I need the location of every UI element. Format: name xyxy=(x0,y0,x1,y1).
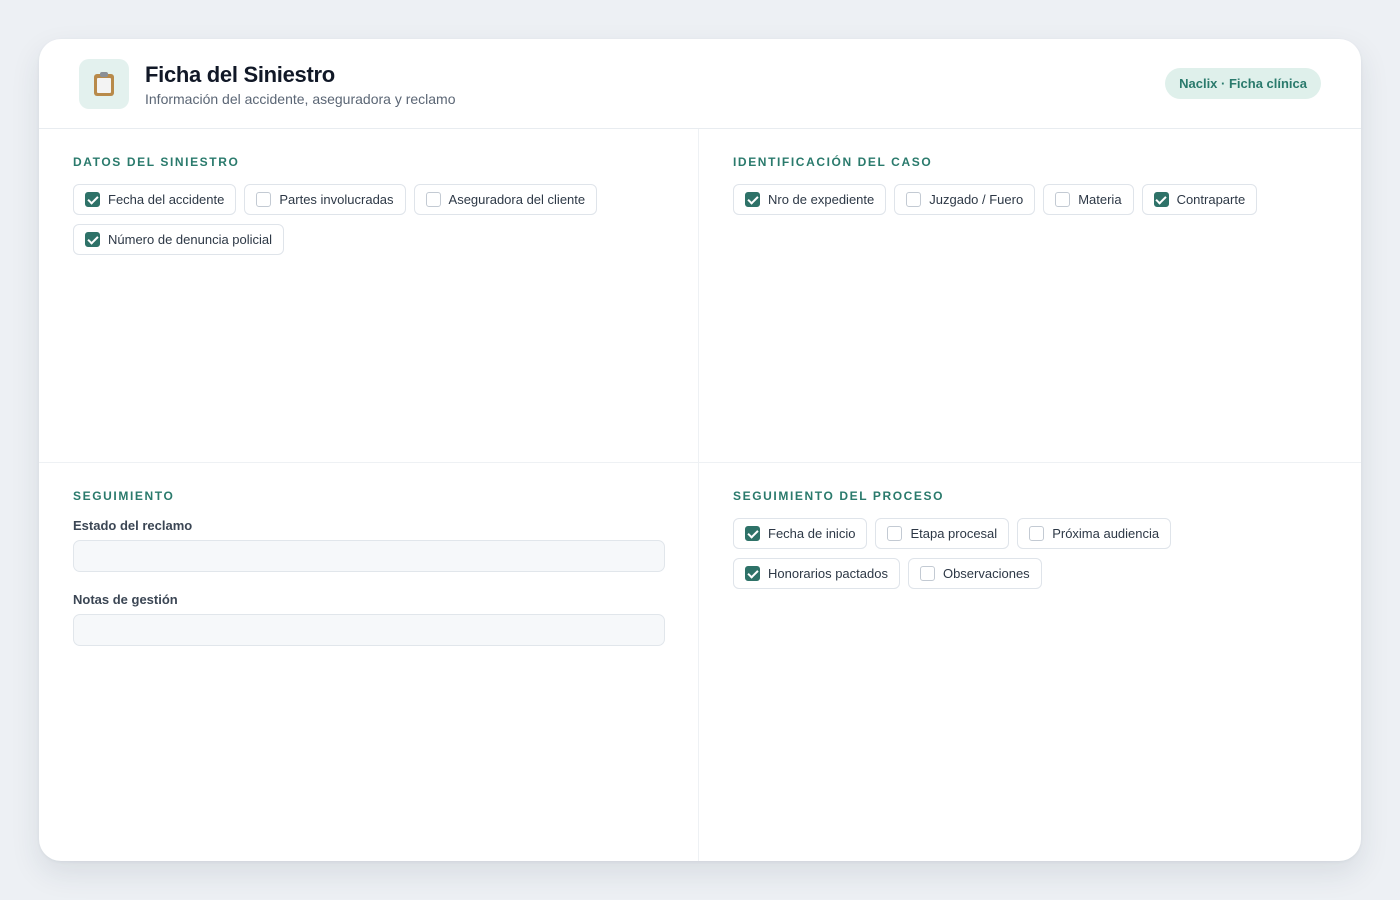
section-seguimiento: SEGUIMIENTO Estado del reclamo Notas de … xyxy=(39,463,699,861)
checkbox-option[interactable]: Observaciones xyxy=(907,558,1042,589)
estado-reclamo-input[interactable] xyxy=(73,540,665,572)
checkbox-label: Observaciones xyxy=(942,566,1030,581)
checkbox-checked-icon[interactable] xyxy=(85,232,100,247)
checkbox-unchecked-icon[interactable] xyxy=(1029,526,1045,541)
checkbox-option[interactable]: Etapa procesal xyxy=(875,518,1010,549)
checkbox-label: Etapa procesal xyxy=(910,526,998,541)
checkbox-label: Fecha del accidente xyxy=(108,192,225,207)
checkbox-label: Próxima audiencia xyxy=(1052,526,1160,541)
section-title: DATOS DEL SINIESTRO xyxy=(73,155,240,169)
section-identificacion-caso: IDENTIFICACIÓN DEL CASO Nro de expedient… xyxy=(699,129,1361,463)
checkbox-unchecked-icon[interactable] xyxy=(906,192,922,207)
checkbox-checked-icon[interactable] xyxy=(85,192,100,207)
app-badge: Naclix · Ficha clínica xyxy=(1165,68,1321,99)
checkbox-unchecked-icon[interactable] xyxy=(1055,192,1071,207)
section-seguimiento-proceso: SEGUIMIENTO DEL PROCESO Fecha de inicio E… xyxy=(699,463,1361,861)
checkbox-checked-icon[interactable] xyxy=(745,566,760,581)
checkbox-option[interactable]: Nro de expediente xyxy=(733,184,887,215)
checkbox-group: Fecha del accidente Partes involucradas As… xyxy=(73,184,664,255)
checkbox-label: Fecha de inicio xyxy=(768,526,856,541)
checkbox-option[interactable]: Próxima audiencia xyxy=(1017,518,1172,549)
checkbox-label: Aseguradora del cliente xyxy=(448,192,586,207)
checkbox-option[interactable]: Fecha de inicio xyxy=(733,518,868,549)
checkbox-label: Juzgado / Fuero xyxy=(929,192,1024,207)
clipboard-icon xyxy=(79,58,129,109)
checkbox-unchecked-icon[interactable] xyxy=(425,192,441,207)
checkbox-option[interactable]: Honorarios pactados xyxy=(733,558,900,589)
checkbox-checked-icon[interactable] xyxy=(745,526,760,541)
checkbox-unchecked-icon[interactable] xyxy=(919,566,935,581)
estado-reclamo-label: Estado del reclamo xyxy=(73,518,193,533)
checkbox-checked-icon[interactable] xyxy=(745,192,760,207)
checkbox-group: Nro de expediente Juzgado / Fuero Materia C… xyxy=(733,184,1327,215)
checkbox-label: Nro de expediente xyxy=(768,192,875,207)
checkbox-option[interactable]: Materia xyxy=(1043,184,1134,215)
checkbox-label: Honorarios pactados xyxy=(768,566,888,581)
checkbox-unchecked-icon[interactable] xyxy=(256,192,272,207)
checkbox-option[interactable]: Número de denuncia policial xyxy=(73,224,285,255)
section-title: SEGUIMIENTO DEL PROCESO xyxy=(733,489,945,503)
checkbox-option[interactable]: Fecha del accidente xyxy=(73,184,237,215)
checkbox-unchecked-icon[interactable] xyxy=(887,526,903,541)
form-card: Ficha del Siniestro Información del acci… xyxy=(39,39,1361,861)
checkbox-label: Materia xyxy=(1078,192,1122,207)
checkbox-label: Partes involucradas xyxy=(279,192,394,207)
checkbox-option[interactable]: Juzgado / Fuero xyxy=(894,184,1036,215)
checkbox-label: Número de denuncia policial xyxy=(108,232,273,247)
page-subtitle: Información del accidente, aseguradora y… xyxy=(145,90,456,107)
notas-gestion-label: Notas de gestión xyxy=(73,592,178,607)
checkbox-group: Fecha de inicio Etapa procesal Próxima aud… xyxy=(733,518,1327,589)
header: Ficha del Siniestro Información del acci… xyxy=(39,39,1361,129)
notas-gestion-input[interactable] xyxy=(73,614,665,646)
checkbox-label: Contraparte xyxy=(1176,192,1246,207)
checkbox-option[interactable]: Aseguradora del cliente xyxy=(413,184,598,215)
page-title: Ficha del Siniestro xyxy=(145,61,335,87)
section-title: IDENTIFICACIÓN DEL CASO xyxy=(733,155,933,169)
section-datos-siniestro: DATOS DEL SINIESTRO Fecha del accidente P… xyxy=(39,129,699,463)
checkbox-option[interactable]: Partes involucradas xyxy=(244,184,406,215)
section-title: SEGUIMIENTO xyxy=(73,489,175,503)
checkbox-checked-icon[interactable] xyxy=(1153,192,1169,207)
checkbox-option[interactable]: Contraparte xyxy=(1141,184,1258,215)
